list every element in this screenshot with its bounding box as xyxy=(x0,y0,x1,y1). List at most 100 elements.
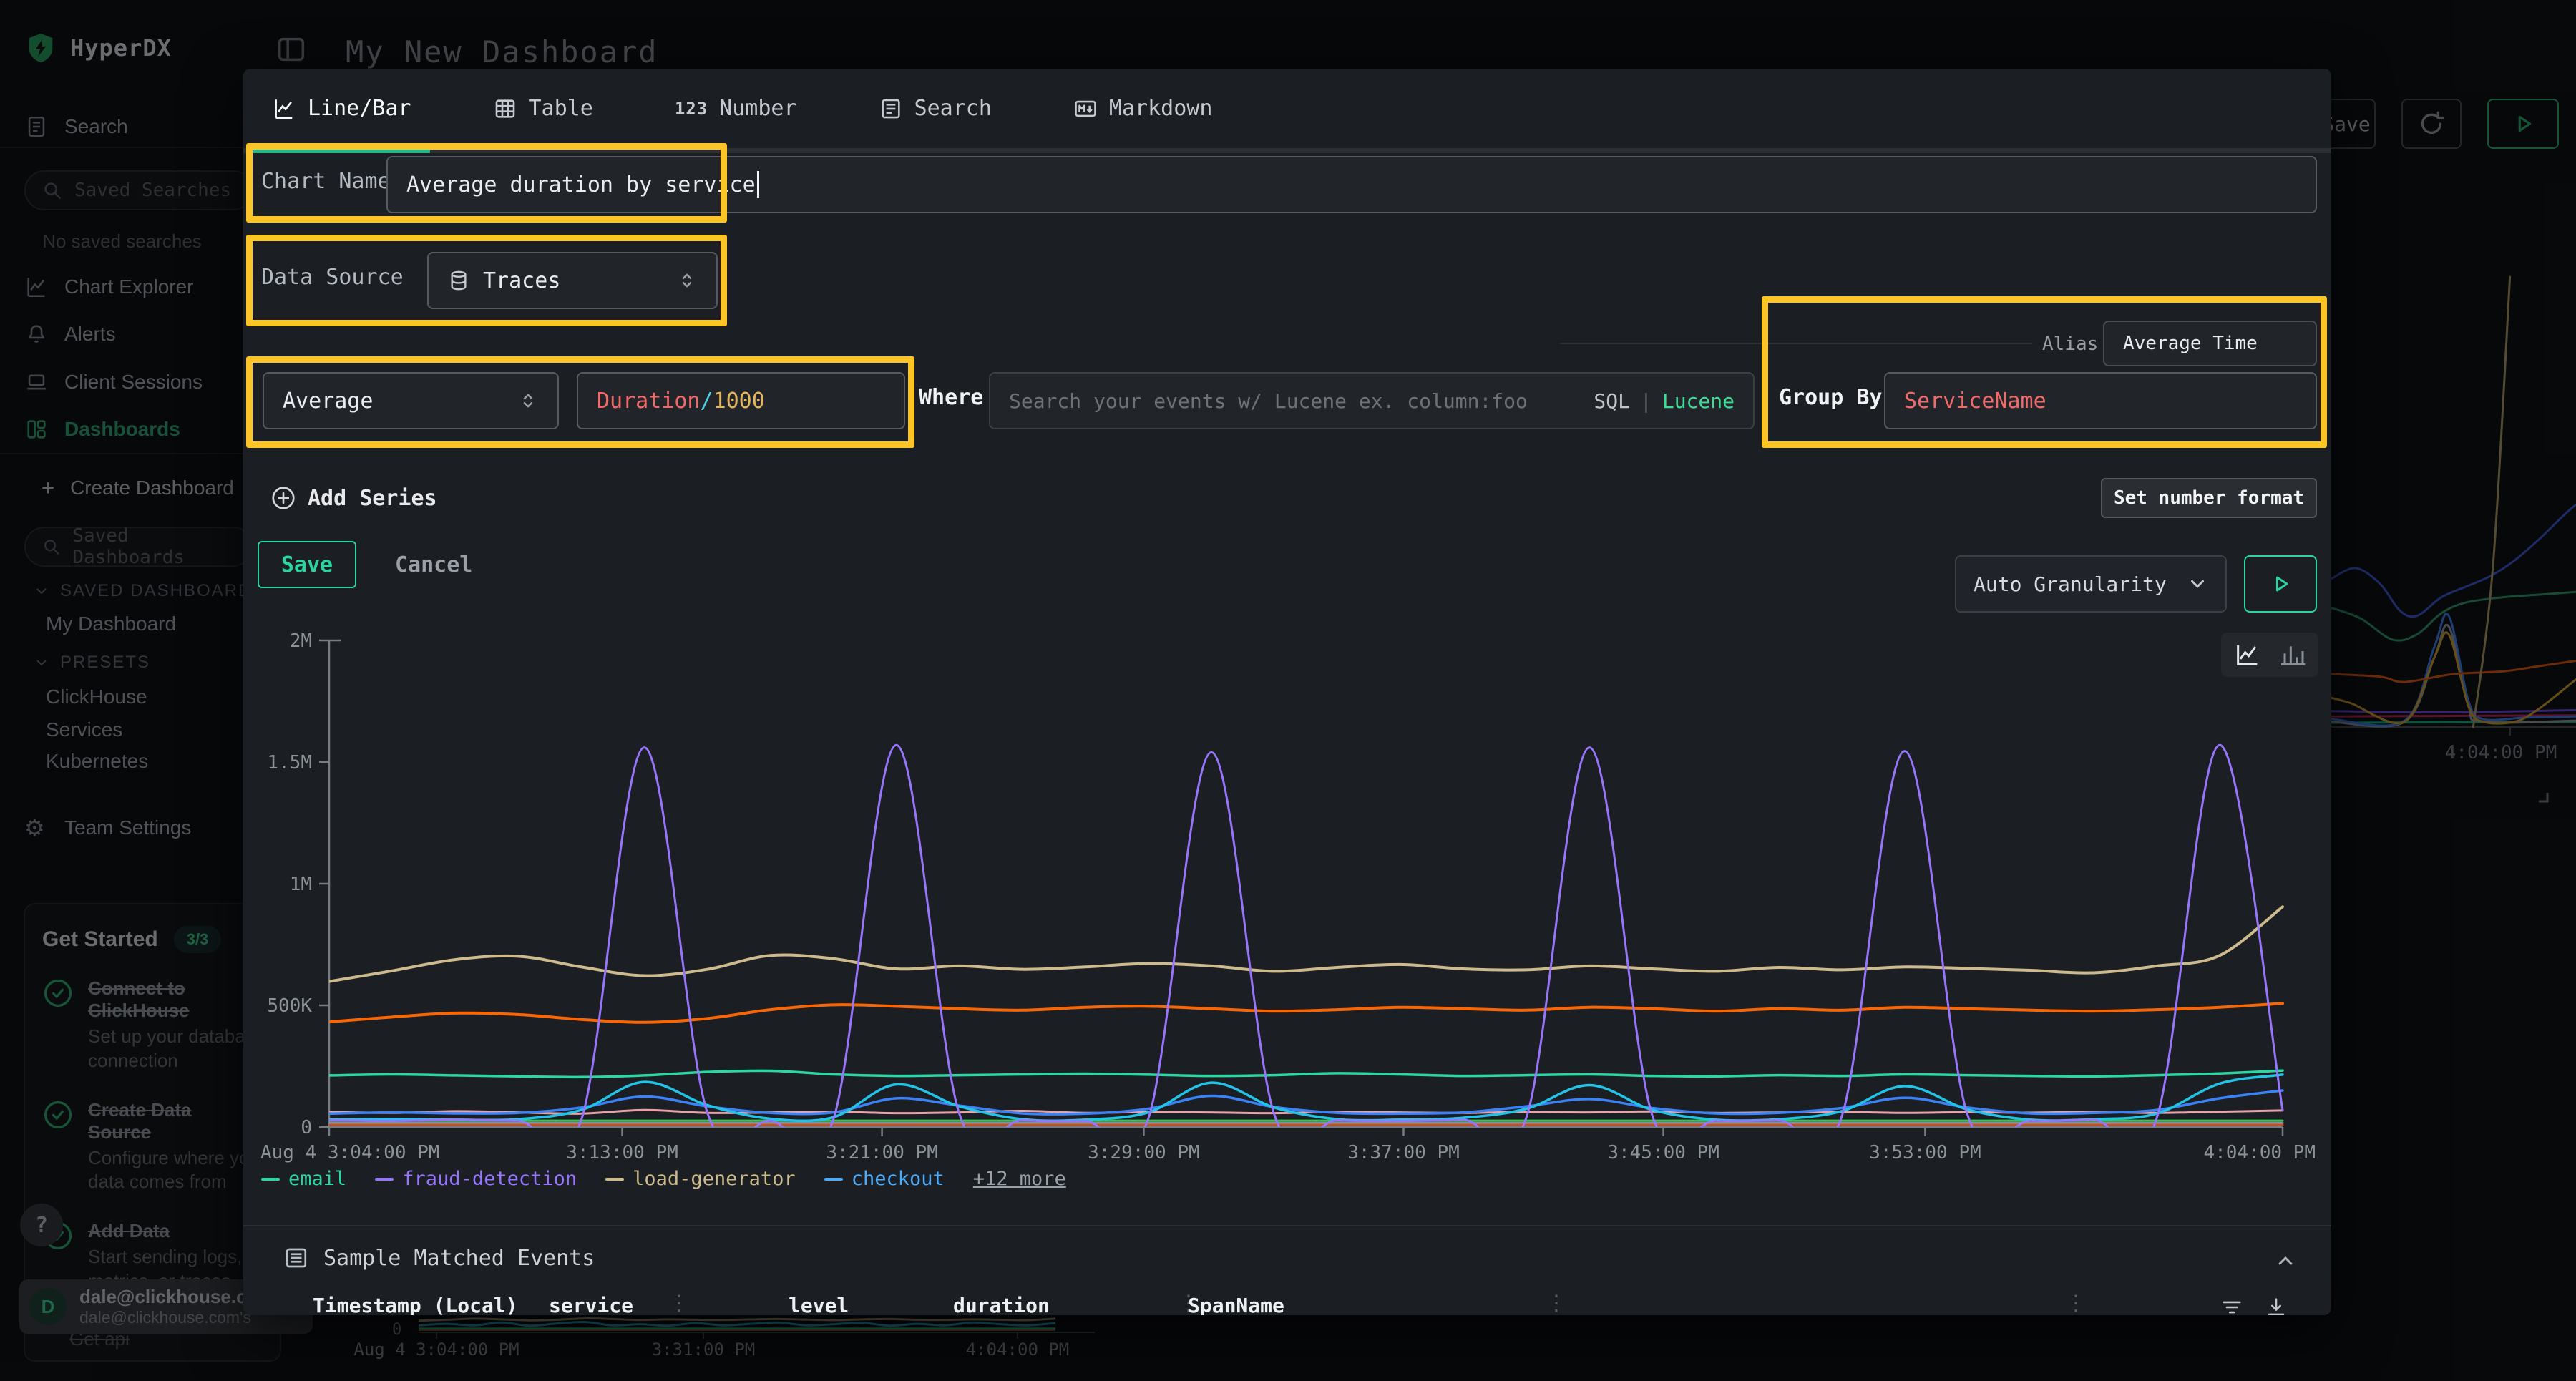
svg-text:1M: 1M xyxy=(290,874,312,895)
sidebar-item-clickhouse[interactable]: ClickHouse xyxy=(46,685,147,708)
run-query-button[interactable] xyxy=(2487,99,2559,149)
saved-searches-placeholder: Saved Searches xyxy=(74,180,231,201)
plus-icon: + xyxy=(42,475,54,500)
legend-item[interactable]: checkout xyxy=(824,1168,945,1190)
cancel-button[interactable]: Cancel xyxy=(395,541,472,588)
data-source-select[interactable]: Traces xyxy=(427,252,718,309)
svg-text:3:53:00 PM: 3:53:00 PM xyxy=(1869,1142,1981,1163)
column-header-service[interactable]: service xyxy=(549,1294,633,1315)
sidebar-item-label: Chart Explorer xyxy=(64,275,194,298)
save-button[interactable]: Save xyxy=(258,541,356,588)
add-series-button[interactable]: Add Series xyxy=(270,485,437,511)
alias-connector-line xyxy=(1560,343,2032,344)
create-dashboard-button[interactable]: + Create Dashboard xyxy=(42,475,234,500)
column-header-duration[interactable]: duration xyxy=(953,1294,1050,1315)
123-icon: 123 xyxy=(675,99,708,119)
sample-events-header: Sample Matched Events xyxy=(283,1245,595,1271)
column-resize-handle[interactable]: ⋮ xyxy=(1546,1291,1567,1315)
play-icon xyxy=(2509,110,2537,137)
tab-search[interactable]: Search xyxy=(870,69,1000,148)
dashboard-grid-icon xyxy=(24,417,49,441)
sql-toggle[interactable]: SQL xyxy=(1594,389,1630,413)
sidebar-item-chart-explorer[interactable]: Chart Explorer xyxy=(24,275,194,299)
app-logo[interactable]: HyperDX xyxy=(24,31,172,64)
query-language-switch: SQL | Lucene xyxy=(1594,389,1735,413)
refresh-icon xyxy=(2417,109,2446,138)
tab-table[interactable]: Table xyxy=(484,69,602,148)
legend-item[interactable]: fraud-detection xyxy=(375,1168,577,1190)
sidebar-item-label: Team Settings xyxy=(64,816,191,839)
saved-searches-input[interactable]: Saved Searches xyxy=(24,170,253,210)
sidebar-item-label: Client Sessions xyxy=(64,371,203,394)
filter-icon[interactable] xyxy=(2220,1295,2244,1315)
brand-name: HyperDX xyxy=(70,34,172,62)
group-by-input[interactable]: ServiceName xyxy=(1884,372,2317,429)
column-resize-handle[interactable]: ⋮ xyxy=(668,1291,690,1315)
saved-dashboards-placeholder: Saved Dashboards xyxy=(72,525,236,568)
section-presets[interactable]: PRESETS xyxy=(33,653,150,673)
preview-chart: 0500K1M1.5M2MAug 4 3:04:00 PM3:13:00 PM3… xyxy=(258,621,2318,1165)
download-icon[interactable] xyxy=(2264,1295,2288,1315)
aggregation-select[interactable]: Average xyxy=(263,372,559,429)
chevron-down-icon xyxy=(33,654,50,671)
sidebar-item-dashboards[interactable]: Dashboards xyxy=(24,417,180,441)
lucene-toggle[interactable]: Lucene xyxy=(1662,389,1735,413)
svg-text:3:29:00 PM: 3:29:00 PM xyxy=(1088,1142,1200,1163)
get-started-item[interactable]: Create Data Source Configure where your … xyxy=(42,1099,263,1195)
chart-line-icon xyxy=(24,275,49,299)
divider xyxy=(0,453,244,454)
sidebar-item-search[interactable]: Search xyxy=(24,114,128,139)
tab-line-bar[interactable]: Line/Bar xyxy=(263,69,420,148)
sidebar-item-label: Alerts xyxy=(64,323,116,346)
svg-text:0: 0 xyxy=(301,1117,312,1138)
set-number-format-button[interactable]: Set number format xyxy=(2101,478,2317,518)
select-chevrons-icon xyxy=(517,389,539,413)
get-started-item[interactable]: Connect to ClickHouse Set up your databa… xyxy=(42,977,263,1073)
collapse-chevron-icon[interactable] xyxy=(2274,1249,2297,1272)
refresh-button[interactable] xyxy=(2401,99,2462,149)
field-expression-input[interactable]: Duration/1000 xyxy=(577,372,905,429)
table-icon xyxy=(493,97,517,121)
granularity-select[interactable]: Auto Granularity xyxy=(1955,555,2227,613)
chart-legend: email fraud-detection load-generator che… xyxy=(261,1168,1066,1190)
column-header-spanname[interactable]: SpanName xyxy=(1188,1294,1284,1315)
where-placeholder: Search your events w/ Lucene ex. column:… xyxy=(1009,389,1528,413)
where-search-input[interactable]: Search your events w/ Lucene ex. column:… xyxy=(989,372,1755,429)
legend-item[interactable]: email xyxy=(261,1168,346,1190)
sidebar-item-kubernetes[interactable]: Kubernetes xyxy=(46,750,148,773)
line-chart-icon xyxy=(272,97,296,121)
tile-resize-handle[interactable] xyxy=(2532,786,2550,804)
legend-swatch xyxy=(605,1178,624,1181)
svg-text:4:04:00 PM: 4:04:00 PM xyxy=(2203,1142,2316,1163)
tab-markdown[interactable]: Markdown xyxy=(1065,69,1221,148)
sidebar-item-my-dashboard[interactable]: My Dashboard xyxy=(46,613,176,635)
sample-events-title: Sample Matched Events xyxy=(323,1246,595,1271)
legend-item[interactable]: load-generator xyxy=(605,1168,796,1190)
sidebar-item-alerts[interactable]: Alerts xyxy=(24,322,116,346)
svg-text:500K: 500K xyxy=(267,995,312,1017)
section-saved-dashboards[interactable]: SAVED DASHBOARDS xyxy=(33,581,265,601)
data-source-label: Data Source xyxy=(261,265,404,290)
tab-number[interactable]: 123 Number xyxy=(666,69,806,148)
column-header-level[interactable]: level xyxy=(789,1294,849,1315)
chart-name-input[interactable]: Average duration by service xyxy=(386,156,2317,213)
sidebar-toggle-icon[interactable] xyxy=(275,33,308,66)
sidebar-item-services[interactable]: Services xyxy=(46,718,122,741)
run-chart-button[interactable] xyxy=(2244,555,2317,613)
list-icon xyxy=(283,1245,309,1271)
column-header-timestamp[interactable]: Timestamp (Local) xyxy=(313,1294,518,1315)
chart-editor-modal: Line/Bar Table 123 Number Search Markdow… xyxy=(243,69,2331,1315)
sidebar-item-client-sessions[interactable]: Client Sessions xyxy=(24,370,203,394)
avatar: D xyxy=(29,1288,67,1325)
bell-icon xyxy=(24,322,49,346)
alias-input[interactable]: Average Time xyxy=(2103,321,2317,366)
legend-more-link[interactable]: +12 more xyxy=(973,1168,1066,1190)
help-button[interactable]: ? xyxy=(20,1204,63,1246)
mini-x-tick: 4:04:00 PM xyxy=(966,1339,1070,1360)
legend-swatch xyxy=(375,1178,394,1181)
mini-chart-zero-label: 0 xyxy=(392,1321,401,1339)
sidebar-item-team-settings[interactable]: ⚙ Team Settings xyxy=(24,816,191,840)
column-resize-handle[interactable]: ⋮ xyxy=(2065,1291,2087,1315)
search-icon xyxy=(42,180,63,201)
saved-dashboards-input[interactable]: Saved Dashboards xyxy=(24,527,253,567)
